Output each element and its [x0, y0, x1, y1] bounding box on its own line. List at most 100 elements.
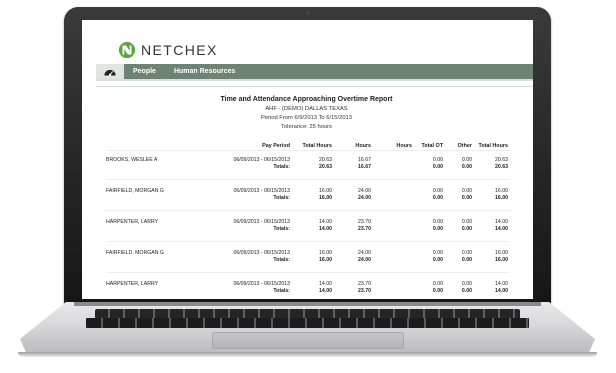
- total-total-ot: 0.00: [432, 195, 443, 201]
- cell-total-hours: 20.63: [319, 157, 332, 163]
- active-tab-marker: [96, 81, 124, 83]
- cell-total-hours-2: 20.63: [495, 157, 508, 163]
- cell-total-hours-2: 14.00: [495, 281, 508, 287]
- cell-other: 0.00: [461, 188, 472, 194]
- brand[interactable]: NETCHEX: [118, 40, 218, 60]
- employee-name: BROOKS, WESLEE A: [106, 157, 158, 163]
- report-company: AHF - (DEMO) DALLAS TEXAS: [265, 106, 348, 112]
- pay-period: 06/09/2013 - 06/15/2013: [233, 188, 290, 194]
- total-total-ot: 0.00: [432, 164, 443, 170]
- employee-name: FAIRFIELD, MORGAN G: [106, 188, 164, 194]
- row-divider: [106, 210, 510, 211]
- cell-total-ot: 0.00: [432, 219, 443, 225]
- total-hours: 23.70: [358, 226, 371, 232]
- laptop-hinge: [74, 302, 541, 306]
- total-total-ot: 0.00: [432, 226, 443, 232]
- total-total-hours: 16.00: [319, 195, 332, 201]
- row-divider: [106, 241, 510, 242]
- total-other: 0.00: [461, 226, 472, 232]
- total-total-hours: 16.00: [319, 257, 332, 263]
- total-total-hours-2: 20.63: [495, 164, 508, 170]
- totals-label: Totals:: [273, 226, 290, 232]
- employee-name: FAIRFIELD, MORGAN G: [106, 250, 164, 256]
- totals-label: Totals:: [273, 257, 290, 263]
- laptop-mockup: NETCHEX People Human Resources Time and …: [0, 0, 616, 373]
- main-nav: People Human Resources: [96, 64, 533, 79]
- cell-hours: 23.70: [358, 219, 371, 225]
- cell-other: 0.00: [461, 281, 472, 287]
- header-divider: [106, 150, 510, 151]
- keyboard-row-2: [86, 318, 529, 328]
- cell-other: 0.00: [461, 219, 472, 225]
- total-other: 0.00: [461, 257, 472, 263]
- laptop-lid: NETCHEX People Human Resources Time and …: [64, 7, 551, 306]
- dashboard-icon: [104, 69, 116, 76]
- row-divider: [106, 272, 510, 273]
- cell-total-ot: 0.00: [432, 250, 443, 256]
- cell-hours: 16.67: [358, 157, 371, 163]
- nav-dashboard[interactable]: [96, 64, 124, 79]
- report-title: Time and Attendance Approaching Overtime…: [220, 96, 393, 103]
- nav-item-human-resources[interactable]: Human Resources: [165, 64, 244, 79]
- total-total-hours-2: 16.00: [495, 195, 508, 201]
- employee-name: HARPENTER, LARRY: [106, 219, 159, 225]
- laptop-screen: NETCHEX People Human Resources Time and …: [82, 20, 533, 299]
- trackpad: [212, 332, 404, 349]
- cell-total-hours: 14.00: [319, 219, 332, 225]
- cell-total-hours: 16.00: [319, 250, 332, 256]
- laptop-foot: [18, 352, 597, 357]
- nav-underline: [96, 79, 533, 81]
- cell-total-hours: 14.00: [319, 281, 332, 287]
- total-total-ot: 0.00: [432, 257, 443, 263]
- totals-label: Totals:: [273, 288, 290, 294]
- cell-total-hours-2: 14.00: [495, 219, 508, 225]
- col-header-pay-period: Pay Period: [262, 143, 290, 149]
- total-other: 0.00: [461, 164, 472, 170]
- total-hours: 16.67: [358, 164, 371, 170]
- total-total-hours-2: 16.00: [495, 257, 508, 263]
- pay-period: 06/09/2013 - 06/15/2013: [233, 281, 290, 287]
- cell-total-ot: 0.00: [432, 188, 443, 194]
- pay-period: 06/09/2013 - 06/15/2013: [233, 219, 290, 225]
- col-header-total-hours: Total Hours: [302, 143, 332, 149]
- cell-other: 0.00: [461, 250, 472, 256]
- cell-hours: 23.70: [358, 281, 371, 287]
- col-header-hours: Hours: [355, 143, 371, 149]
- total-total-hours-2: 14.00: [495, 288, 508, 294]
- col-header-hours-2: Hours: [396, 143, 412, 149]
- pay-period: 06/09/2013 - 06/15/2013: [233, 157, 290, 163]
- cell-total-hours: 16.00: [319, 188, 332, 194]
- cell-hours: 24.00: [358, 250, 371, 256]
- totals-label: Totals:: [273, 164, 290, 170]
- overtime-report: Time and Attendance Approaching Overtime…: [96, 86, 533, 299]
- total-total-hours-2: 14.00: [495, 226, 508, 232]
- brand-name: NETCHEX: [141, 42, 218, 58]
- camera-dot: [305, 11, 310, 15]
- cell-total-ot: 0.00: [432, 281, 443, 287]
- total-total-hours: 20.63: [319, 164, 332, 170]
- pay-period: 06/09/2013 - 06/15/2013: [233, 250, 290, 256]
- report-period: Period From 6/9/2013 To 6/15/2013: [260, 115, 353, 121]
- cell-other: 0.00: [461, 157, 472, 163]
- total-hours: 23.70: [358, 288, 371, 294]
- totals-label: Totals:: [273, 195, 290, 201]
- col-header-total-ot: Total OT: [421, 143, 443, 149]
- row-divider: [106, 179, 510, 180]
- total-other: 0.00: [461, 288, 472, 294]
- col-header-other: Other: [457, 143, 472, 149]
- cell-total-ot: 0.00: [432, 157, 443, 163]
- netchex-logo-icon: [118, 41, 136, 59]
- col-header-total-hours-2: Total Hours: [478, 143, 508, 149]
- total-total-hours: 14.00: [319, 226, 332, 232]
- total-total-hours: 14.00: [319, 288, 332, 294]
- total-hours: 24.00: [358, 257, 371, 263]
- total-total-ot: 0.00: [432, 288, 443, 294]
- employee-name: HARPENTER, LARRY: [106, 281, 159, 287]
- total-hours: 24.00: [358, 195, 371, 201]
- cell-total-hours-2: 16.00: [495, 188, 508, 194]
- cell-hours: 24.00: [358, 188, 371, 194]
- cell-total-hours-2: 16.00: [495, 250, 508, 256]
- report-tolerance: Tolerance: 25 hours: [281, 124, 332, 130]
- nav-item-people[interactable]: People: [124, 64, 165, 79]
- total-other: 0.00: [461, 195, 472, 201]
